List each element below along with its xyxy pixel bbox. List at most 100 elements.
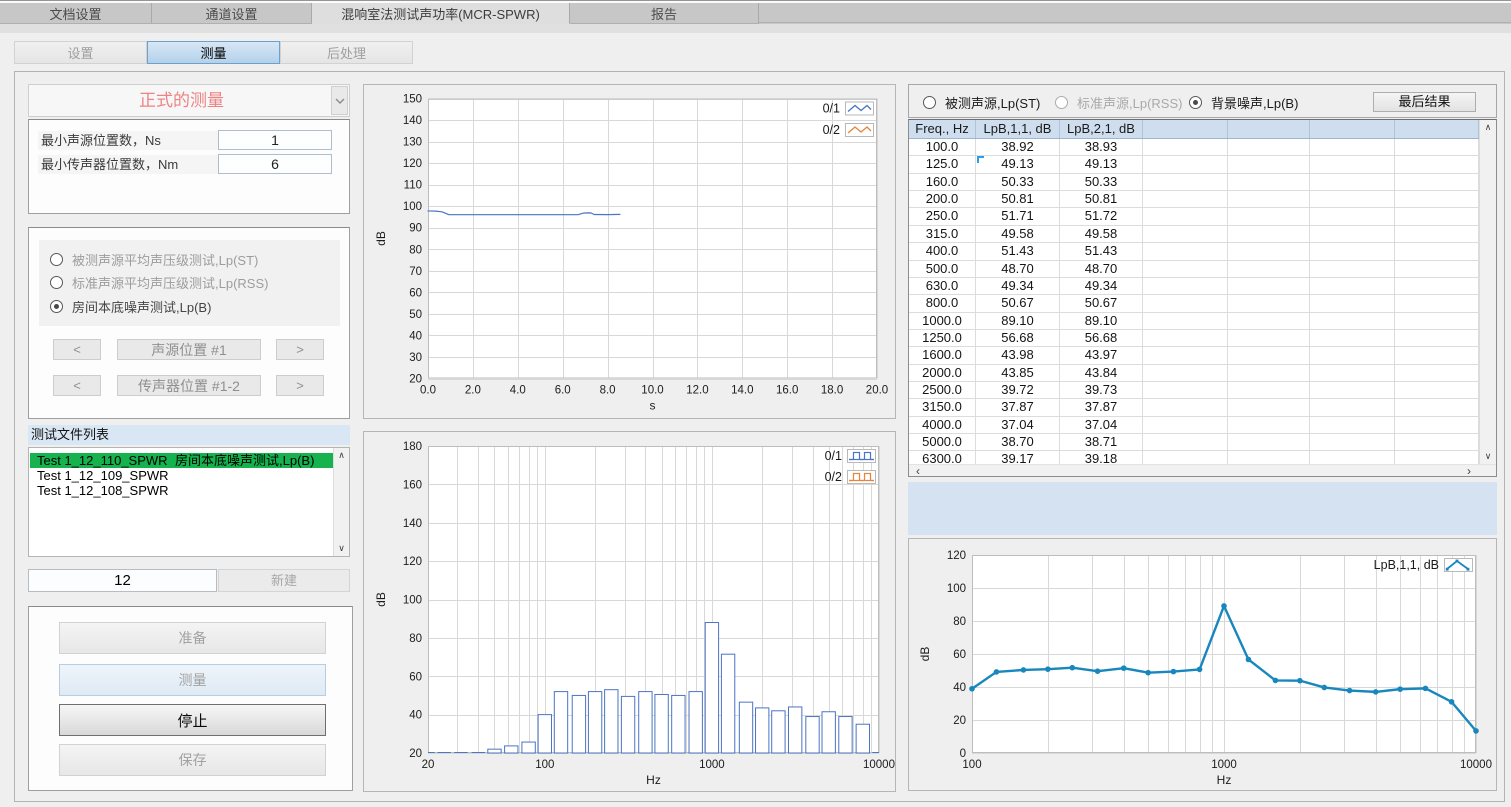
table-cell[interactable] <box>1143 451 1228 464</box>
mic-position-prev-button[interactable]: < <box>53 375 101 396</box>
table-cell[interactable] <box>1310 434 1395 450</box>
table-cell[interactable] <box>1143 208 1228 224</box>
table-cell[interactable] <box>1395 313 1479 329</box>
table-column-header-1[interactable]: LpB,1,1, dB <box>976 120 1060 138</box>
table-cell[interactable] <box>1143 434 1228 450</box>
sub-tab-1[interactable]: 测量 <box>147 41 280 64</box>
table-cell[interactable] <box>1395 399 1479 415</box>
table-cell[interactable] <box>1143 226 1228 242</box>
table-cell[interactable]: 39.17 <box>976 451 1060 464</box>
result-option-radio-0[interactable]: 被测声源,Lp(ST) <box>923 94 1040 110</box>
table-cell[interactable]: 160.0 <box>909 174 976 190</box>
table-cell[interactable] <box>1228 261 1310 277</box>
table-cell[interactable] <box>1143 278 1228 294</box>
table-cell[interactable]: 89.10 <box>976 313 1060 329</box>
table-cell[interactable] <box>1310 399 1395 415</box>
table-cell[interactable]: 37.04 <box>1060 417 1143 433</box>
table-row[interactable]: 250.051.7151.72 <box>909 208 1480 225</box>
file-list-item-0[interactable]: Test 1_12_110_SPWR房间本底噪声测试,Lp(B) <box>30 453 334 468</box>
test-type-radio-2[interactable]: 房间本底噪声测试,Lp(B) <box>50 298 211 314</box>
test-type-radio-0[interactable]: 被测声源平均声压级测试,Lp(ST) <box>50 251 258 267</box>
table-cell[interactable] <box>1395 417 1479 433</box>
table-row[interactable]: 315.049.5849.58 <box>909 226 1480 243</box>
table-cell[interactable] <box>1228 347 1310 363</box>
chevron-down-icon[interactable] <box>331 86 348 115</box>
result-option-radio-1-icon[interactable] <box>1055 96 1068 109</box>
sub-tab-0[interactable]: 设置 <box>14 41 147 64</box>
table-cell[interactable]: 315.0 <box>909 226 976 242</box>
table-row[interactable]: 160.050.3350.33 <box>909 174 1480 191</box>
table-cell[interactable] <box>1395 330 1479 346</box>
table-cell[interactable] <box>1310 191 1395 207</box>
table-cell[interactable]: 43.84 <box>1060 365 1143 381</box>
table-cell[interactable] <box>1228 382 1310 398</box>
table-cell[interactable] <box>1310 243 1395 259</box>
table-cell[interactable] <box>1143 365 1228 381</box>
table-cell[interactable] <box>1228 191 1310 207</box>
table-column-header-2[interactable]: LpB,2,1, dB <box>1060 120 1143 138</box>
table-cell[interactable] <box>1310 261 1395 277</box>
table-cell[interactable]: 800.0 <box>909 295 976 311</box>
table-cell[interactable] <box>1310 330 1395 346</box>
main-tab-1[interactable]: 通道设置 <box>152 3 312 24</box>
table-cell[interactable]: 39.73 <box>1060 382 1143 398</box>
table-cell[interactable] <box>1228 451 1310 464</box>
table-cell[interactable]: 49.58 <box>976 226 1060 242</box>
test-type-radio-0-icon[interactable] <box>50 253 63 266</box>
last-result-button[interactable]: 最后结果 <box>1373 92 1476 112</box>
table-row[interactable]: 400.051.4351.43 <box>909 243 1480 260</box>
table-cell[interactable] <box>1228 295 1310 311</box>
table-cell[interactable] <box>1228 434 1310 450</box>
table-cell[interactable] <box>1310 347 1395 363</box>
table-cell[interactable]: 56.68 <box>1060 330 1143 346</box>
file-list-scrollbar[interactable]: ∧ ∨ <box>333 448 349 556</box>
table-column-header-4[interactable] <box>1228 120 1310 138</box>
table-cell[interactable]: 100.0 <box>909 139 976 155</box>
table-cell[interactable]: 4000.0 <box>909 417 976 433</box>
source-position-prev-button[interactable]: < <box>53 339 101 360</box>
table-cell[interactable] <box>1395 191 1479 207</box>
scroll-down-icon[interactable]: ∨ <box>1480 449 1496 464</box>
table-cell[interactable] <box>1143 243 1228 259</box>
table-cell[interactable] <box>1310 382 1395 398</box>
table-cell[interactable] <box>1395 156 1479 172</box>
measure-button[interactable]: 测量 <box>59 664 326 696</box>
table-row[interactable]: 1000.089.1089.10 <box>909 313 1480 330</box>
table-column-header-5[interactable] <box>1310 120 1395 138</box>
table-row[interactable]: 125.049.1349.13 <box>909 156 1480 173</box>
main-tab-3[interactable]: 报告 <box>570 3 759 24</box>
table-row[interactable]: 800.050.6750.67 <box>909 295 1480 312</box>
table-row[interactable]: 1250.056.6856.68 <box>909 330 1480 347</box>
table-cell[interactable]: 43.98 <box>976 347 1060 363</box>
table-cell[interactable] <box>1310 174 1395 190</box>
table-cell[interactable]: 49.34 <box>1060 278 1143 294</box>
table-cell[interactable]: 400.0 <box>909 243 976 259</box>
table-cell[interactable] <box>1228 313 1310 329</box>
table-cell[interactable] <box>1143 156 1228 172</box>
table-cell[interactable]: 51.43 <box>1060 243 1143 259</box>
table-cell[interactable]: 49.13 <box>976 156 1060 172</box>
table-cell[interactable] <box>1395 226 1479 242</box>
table-cell[interactable] <box>1395 382 1479 398</box>
table-row[interactable]: 2000.043.8543.84 <box>909 365 1480 382</box>
table-cell[interactable] <box>1310 208 1395 224</box>
table-cell[interactable] <box>1395 451 1479 464</box>
min-mic-positions-input[interactable]: 6 <box>218 154 332 174</box>
table-cell[interactable] <box>1310 365 1395 381</box>
table-cell[interactable] <box>1228 243 1310 259</box>
table-cell[interactable] <box>1310 156 1395 172</box>
test-type-radio-2-icon[interactable] <box>50 300 63 313</box>
table-cell[interactable]: 630.0 <box>909 278 976 294</box>
table-cell[interactable] <box>1395 278 1479 294</box>
mic-position-button[interactable]: 传声器位置 #1-2 <box>117 375 261 396</box>
min-source-positions-input[interactable]: 1 <box>218 130 332 150</box>
table-cell[interactable] <box>1395 243 1479 259</box>
table-vertical-scrollbar[interactable]: ∧ ∨ <box>1479 120 1496 464</box>
table-row[interactable]: 5000.038.7038.71 <box>909 434 1480 451</box>
table-row[interactable]: 6300.039.1739.18 <box>909 451 1480 464</box>
table-row[interactable]: 2500.039.7239.73 <box>909 382 1480 399</box>
table-cell[interactable]: 49.34 <box>976 278 1060 294</box>
table-cell[interactable] <box>1143 295 1228 311</box>
table-cell[interactable] <box>1143 417 1228 433</box>
table-cell[interactable] <box>1143 139 1228 155</box>
